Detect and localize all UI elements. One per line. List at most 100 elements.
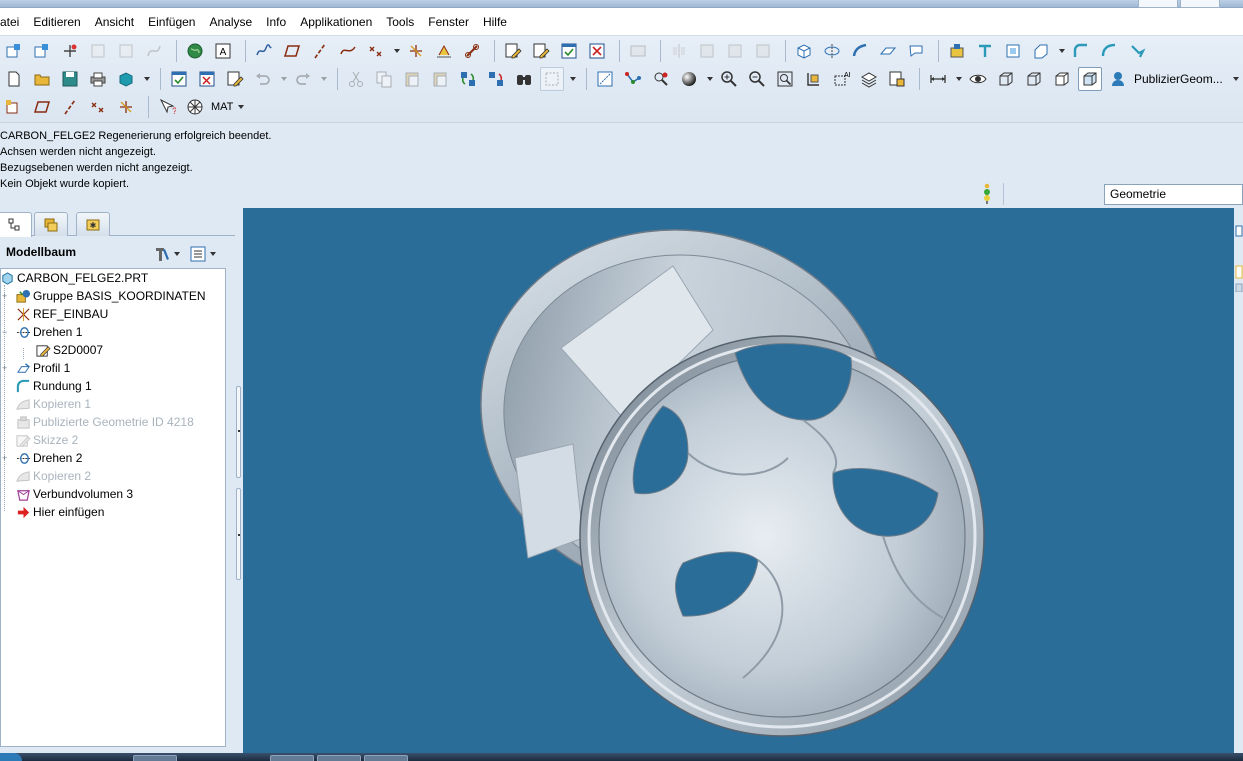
refit-icon[interactable]: [773, 67, 797, 91]
plane-icon[interactable]: [280, 39, 304, 63]
chevron-down-icon[interactable]: [172, 242, 182, 266]
datum-display-icon[interactable]: [2, 95, 26, 119]
taskbar-button[interactable]: [133, 755, 177, 761]
new-file-icon[interactable]: [2, 67, 26, 91]
window-check-icon[interactable]: [557, 39, 581, 63]
point-display-icon[interactable]: [86, 95, 110, 119]
tab-favorites[interactable]: ✱: [76, 212, 110, 236]
window-close-icon[interactable]: [195, 67, 219, 91]
tree-item-group[interactable]: + Gruppe BASIS_KOORDINATEN: [2, 287, 206, 305]
point-icon[interactable]: [364, 39, 388, 63]
appearance-wheel-icon[interactable]: [183, 95, 207, 119]
expand-icon[interactable]: +: [2, 287, 9, 305]
shaded-icon[interactable]: [1078, 67, 1102, 91]
menu-view[interactable]: Ansicht: [88, 8, 141, 36]
layers-icon[interactable]: [857, 67, 881, 91]
print-icon[interactable]: [86, 67, 110, 91]
material-label[interactable]: MAT: [211, 101, 233, 113]
save-icon[interactable]: [58, 67, 82, 91]
chevron-down-icon[interactable]: [1057, 39, 1067, 63]
link-icon[interactable]: [460, 39, 484, 63]
menu-help[interactable]: Hilfe: [476, 8, 514, 36]
draft-icon[interactable]: [1001, 39, 1025, 63]
tree-item-root[interactable]: CARBON_FELGE2.PRT: [0, 269, 148, 287]
datum-axis-icon[interactable]: [30, 39, 54, 63]
extrude-icon[interactable]: [792, 39, 816, 63]
repaint-icon[interactable]: [593, 67, 617, 91]
selection-box-icon[interactable]: [540, 67, 564, 91]
collapse-icon[interactable]: −: [2, 323, 9, 341]
copy-tool-icon[interactable]: [372, 67, 396, 91]
blend-tool-icon[interactable]: [876, 39, 900, 63]
analysis-icon[interactable]: [432, 39, 456, 63]
shading-sphere-icon[interactable]: [677, 67, 701, 91]
maximize-button[interactable]: [1180, 0, 1220, 8]
chevron-down-icon[interactable]: [568, 67, 578, 91]
edit-file-icon[interactable]: [223, 67, 247, 91]
regenerate-icon[interactable]: [626, 39, 650, 63]
regen-manager-icon[interactable]: [484, 67, 508, 91]
taskbar-button[interactable]: [317, 755, 361, 761]
tree-item-profil-1[interactable]: + Profil 1: [2, 359, 70, 377]
zoom-in-icon[interactable]: [717, 67, 741, 91]
redo-icon[interactable]: [291, 67, 315, 91]
menu-window[interactable]: Fenster: [421, 8, 476, 36]
chamfer-icon[interactable]: [1029, 39, 1053, 63]
chevron-down-icon[interactable]: [279, 67, 289, 91]
chevron-down-icon[interactable]: [392, 39, 402, 63]
paste-icon[interactable]: [400, 67, 424, 91]
tree-item-sketch[interactable]: S2D0007: [35, 341, 103, 359]
splitter-grip[interactable]: [236, 386, 241, 478]
tree-item-kopieren-1[interactable]: Kopieren 1: [15, 395, 91, 413]
cut-icon[interactable]: [344, 67, 368, 91]
tree-item-drehen-2[interactable]: + Drehen 2: [2, 449, 82, 467]
hole-icon[interactable]: [945, 39, 969, 63]
chevron-down-icon[interactable]: [954, 67, 964, 91]
menu-insert[interactable]: Einfügen: [141, 8, 202, 36]
hidden-line-icon[interactable]: [1022, 67, 1046, 91]
taskbar-button[interactable]: [270, 755, 314, 761]
orient-icon[interactable]: [621, 67, 645, 91]
axis-icon[interactable]: [308, 39, 332, 63]
tree-item-rundung-1[interactable]: Rundung 1: [15, 377, 92, 395]
status-light-icon[interactable]: [981, 183, 993, 205]
tree-item-skizze-2[interactable]: Skizze 2: [15, 431, 78, 449]
annotation-icon[interactable]: A: [211, 39, 235, 63]
undo-icon[interactable]: [251, 67, 275, 91]
revolve-tool-icon[interactable]: [820, 39, 844, 63]
find-icon[interactable]: [512, 67, 536, 91]
panel-splitter[interactable]: [235, 208, 243, 753]
menu-info[interactable]: Info: [259, 8, 293, 36]
trim-icon[interactable]: [723, 39, 747, 63]
wireframe-icon[interactable]: [994, 67, 1018, 91]
tab-folder-browser[interactable]: [34, 212, 68, 236]
edge-round-icon[interactable]: [1097, 39, 1121, 63]
selection-filter-select[interactable]: Geometrie: [1104, 184, 1243, 205]
open-folder-icon[interactable]: [30, 67, 54, 91]
context-help-icon[interactable]: ?: [155, 95, 179, 119]
tree-item-verbundvolumen-3[interactable]: Verbundvolumen 3: [15, 485, 133, 503]
chevron-down-icon[interactable]: [208, 242, 218, 266]
dimension-icon[interactable]: [926, 67, 950, 91]
publish-geometry-tool-icon[interactable]: [1106, 67, 1130, 91]
graphics-window[interactable]: [243, 208, 1234, 753]
merge-icon[interactable]: [695, 39, 719, 63]
tree-item-drehen-1[interactable]: − Drehen 1: [2, 323, 82, 341]
settings-tools-icon[interactable]: [152, 242, 172, 266]
pattern-icon[interactable]: [751, 39, 775, 63]
sweep-icon[interactable]: [848, 39, 872, 63]
csys-icon[interactable]: [86, 39, 110, 63]
menu-applications[interactable]: Applikationen: [293, 8, 379, 36]
eye-icon[interactable]: [966, 67, 990, 91]
menu-analysis[interactable]: Analyse: [202, 8, 259, 36]
orient-view-icon[interactable]: [801, 67, 825, 91]
layer-icon[interactable]: [114, 39, 138, 63]
chevron-down-icon[interactable]: [236, 95, 246, 119]
edit-definition-icon[interactable]: [501, 39, 525, 63]
rib-icon[interactable]: [973, 39, 997, 63]
publish-geometry-label[interactable]: PublizierGeom...: [1134, 72, 1223, 86]
datum-point-icon[interactable]: [58, 39, 82, 63]
minimize-button[interactable]: [1138, 0, 1178, 8]
no-hidden-icon[interactable]: [1050, 67, 1074, 91]
side-tools-icon[interactable]: [1235, 222, 1243, 292]
